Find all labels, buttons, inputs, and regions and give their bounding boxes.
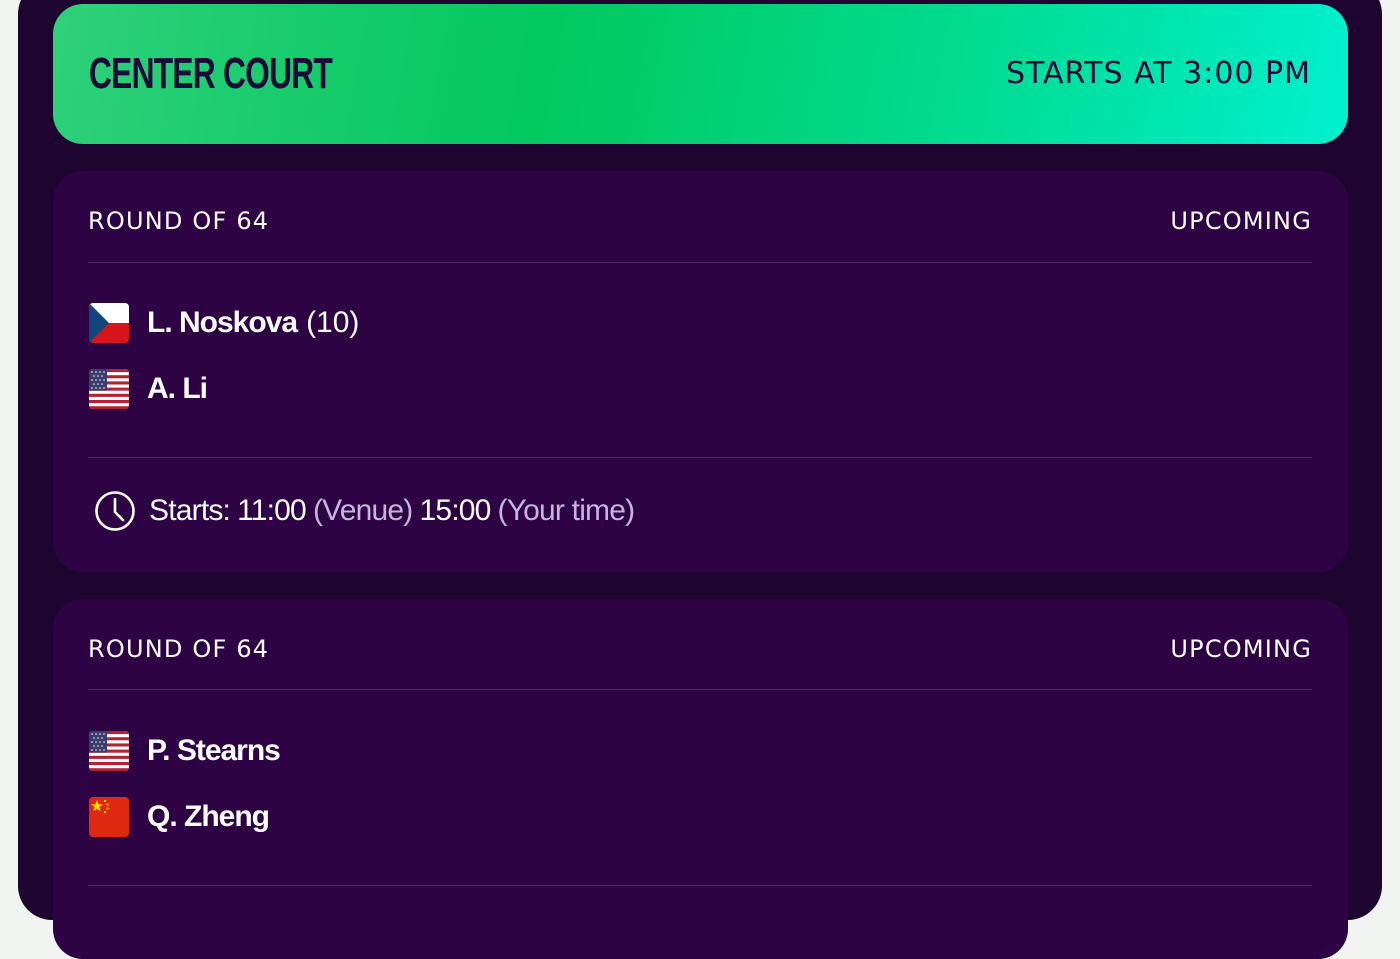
round-label: ROUND OF 64 — [88, 635, 270, 663]
divider — [88, 457, 1312, 458]
player-row[interactable]: Q. Zheng — [89, 796, 270, 838]
round-label: ROUND OF 64 — [88, 207, 270, 235]
divider — [88, 689, 1312, 690]
player-name: Q. Zheng — [147, 800, 270, 833]
divider — [88, 262, 1312, 263]
local-time: 15:00 — [419, 494, 491, 527]
usa-flag-icon — [89, 369, 129, 409]
divider — [88, 885, 1312, 886]
player-seed: (10) — [306, 306, 360, 339]
player-row[interactable]: P. Stearns — [89, 730, 281, 772]
venue-time: 11:00 — [237, 494, 307, 527]
player-name: P. Stearns — [147, 734, 281, 767]
clock-icon — [95, 491, 135, 531]
venue-label: (Venue) — [312, 494, 413, 527]
player-name: L. Noskova — [147, 306, 298, 339]
usa-flag-icon — [89, 731, 129, 771]
player-name: A. Li — [147, 372, 208, 405]
court-title: CENTER COURT — [89, 49, 333, 98]
player-row[interactable]: L. Noskova (10) — [89, 302, 359, 344]
court-start-time: STARTS AT 3:00 PM — [1005, 56, 1311, 91]
match-card[interactable]: ROUND OF 64 UPCOMING P. Stearns Q. Zheng — [53, 599, 1348, 959]
start-time-row: Starts: 11:00 (Venue) 15:00 (Your time) — [93, 489, 641, 533]
local-label: (Your time) — [497, 494, 636, 527]
player-row[interactable]: A. Li — [89, 368, 208, 410]
court-header: CENTER COURT STARTS AT 3:00 PM — [53, 4, 1348, 144]
status-badge: UPCOMING — [1170, 207, 1312, 235]
czech-flag-icon — [89, 303, 129, 343]
status-badge: UPCOMING — [1170, 635, 1312, 663]
start-prefix: Starts: — [149, 494, 231, 527]
china-flag-icon — [89, 797, 129, 837]
match-card[interactable]: ROUND OF 64 UPCOMING L. Noskova (10) A. … — [53, 171, 1348, 572]
